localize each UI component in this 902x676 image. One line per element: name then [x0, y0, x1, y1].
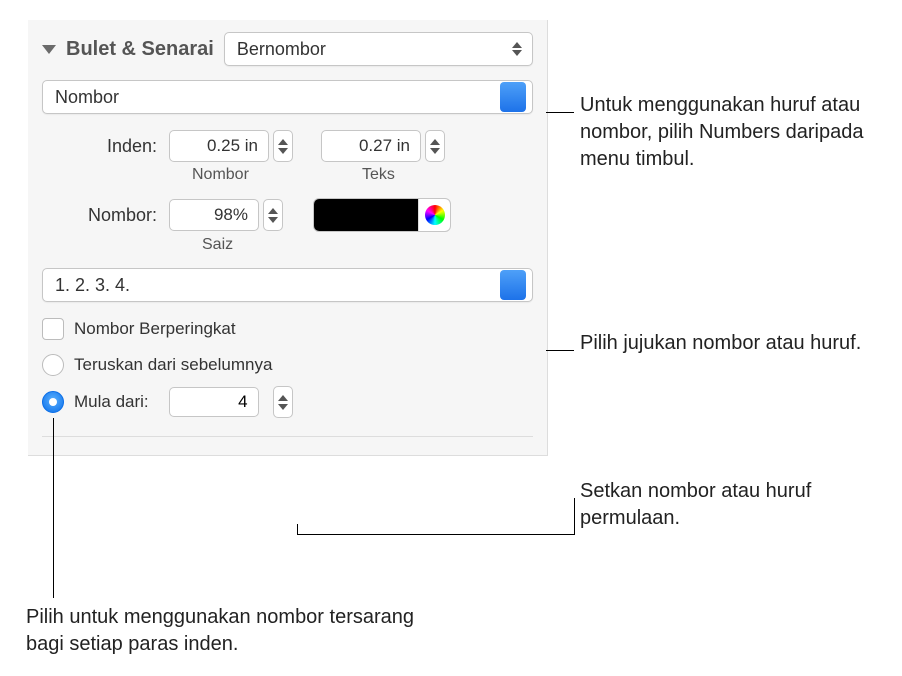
tiered-numbers-checkbox[interactable]: [42, 318, 64, 340]
continue-radio-row: Teruskan dari sebelumnya: [42, 354, 533, 376]
tiered-numbers-row: Nombor Berperingkat: [42, 318, 533, 340]
section-header: Bulet & Senarai Bernombor: [42, 32, 533, 66]
color-picker-button[interactable]: [418, 199, 450, 231]
callout-tiered: Pilih untuk menggunakan nombor tersarang…: [26, 604, 446, 658]
updown-arrows-icon: [500, 82, 526, 112]
start-from-radio[interactable]: [42, 391, 64, 413]
updown-arrows-icon: [500, 270, 526, 300]
number-indent-stepper[interactable]: [169, 130, 293, 162]
color-swatch[interactable]: [314, 199, 418, 231]
color-wheel-icon: [425, 205, 445, 225]
size-label: Nombor:: [42, 205, 157, 226]
stepper-arrows-icon[interactable]: [273, 386, 293, 418]
number-indent-input[interactable]: [169, 130, 269, 162]
callout-line: [53, 418, 54, 598]
continue-radio[interactable]: [42, 354, 64, 376]
callout-line: [574, 498, 575, 535]
updown-arrows-icon: [508, 42, 526, 56]
stepper-arrows-icon[interactable]: [263, 199, 283, 231]
start-from-radio-row: Mula dari:: [42, 386, 533, 418]
number-type-popup[interactable]: Nombor: [42, 80, 533, 114]
start-from-input[interactable]: [169, 387, 259, 417]
text-indent-stepper[interactable]: [321, 130, 445, 162]
stepper-arrows-icon[interactable]: [273, 130, 293, 162]
section-title: Bulet & Senarai: [66, 38, 214, 61]
callout-start: Setkan nombor atau huruf permulaan.: [580, 478, 880, 532]
indent-row: Inden:: [42, 130, 533, 162]
start-from-radio-label: Mula dari:: [74, 392, 149, 412]
callout-line: [297, 534, 575, 535]
indent-label: Inden:: [42, 136, 157, 157]
list-style-popup-value: Bernombor: [237, 39, 326, 60]
callout-line: [546, 112, 574, 113]
sequence-popup-value: 1. 2. 3. 4.: [55, 275, 130, 296]
size-sublabel: Saiz: [202, 236, 533, 254]
separator: [42, 436, 533, 437]
text-indent-input[interactable]: [321, 130, 421, 162]
color-well[interactable]: [313, 198, 451, 232]
callout-line: [546, 350, 574, 351]
number-type-popup-value: Nombor: [55, 87, 119, 108]
number-indent-sublabel: Nombor: [192, 166, 302, 184]
tiered-numbers-label: Nombor Berperingkat: [74, 319, 236, 339]
callout-sequence: Pilih jujukan nombor atau huruf.: [580, 330, 880, 357]
size-color-row: Nombor:: [42, 198, 533, 232]
indent-sublabels: Nombor Teks: [42, 166, 533, 184]
sequence-popup[interactable]: 1. 2. 3. 4.: [42, 268, 533, 302]
size-input[interactable]: [169, 199, 259, 231]
callout-line: [297, 524, 298, 534]
bullets-lists-panel: Bulet & Senarai Bernombor Nombor Inden: …: [28, 20, 548, 456]
list-style-popup[interactable]: Bernombor: [224, 32, 533, 66]
text-indent-sublabel: Teks: [362, 166, 472, 184]
callout-type-popup: Untuk menggunakan huruf atau nombor, pil…: [580, 92, 880, 173]
stepper-arrows-icon[interactable]: [425, 130, 445, 162]
disclosure-triangle-icon[interactable]: [42, 45, 56, 54]
size-stepper[interactable]: [169, 199, 283, 231]
continue-radio-label: Teruskan dari sebelumnya: [74, 355, 272, 375]
